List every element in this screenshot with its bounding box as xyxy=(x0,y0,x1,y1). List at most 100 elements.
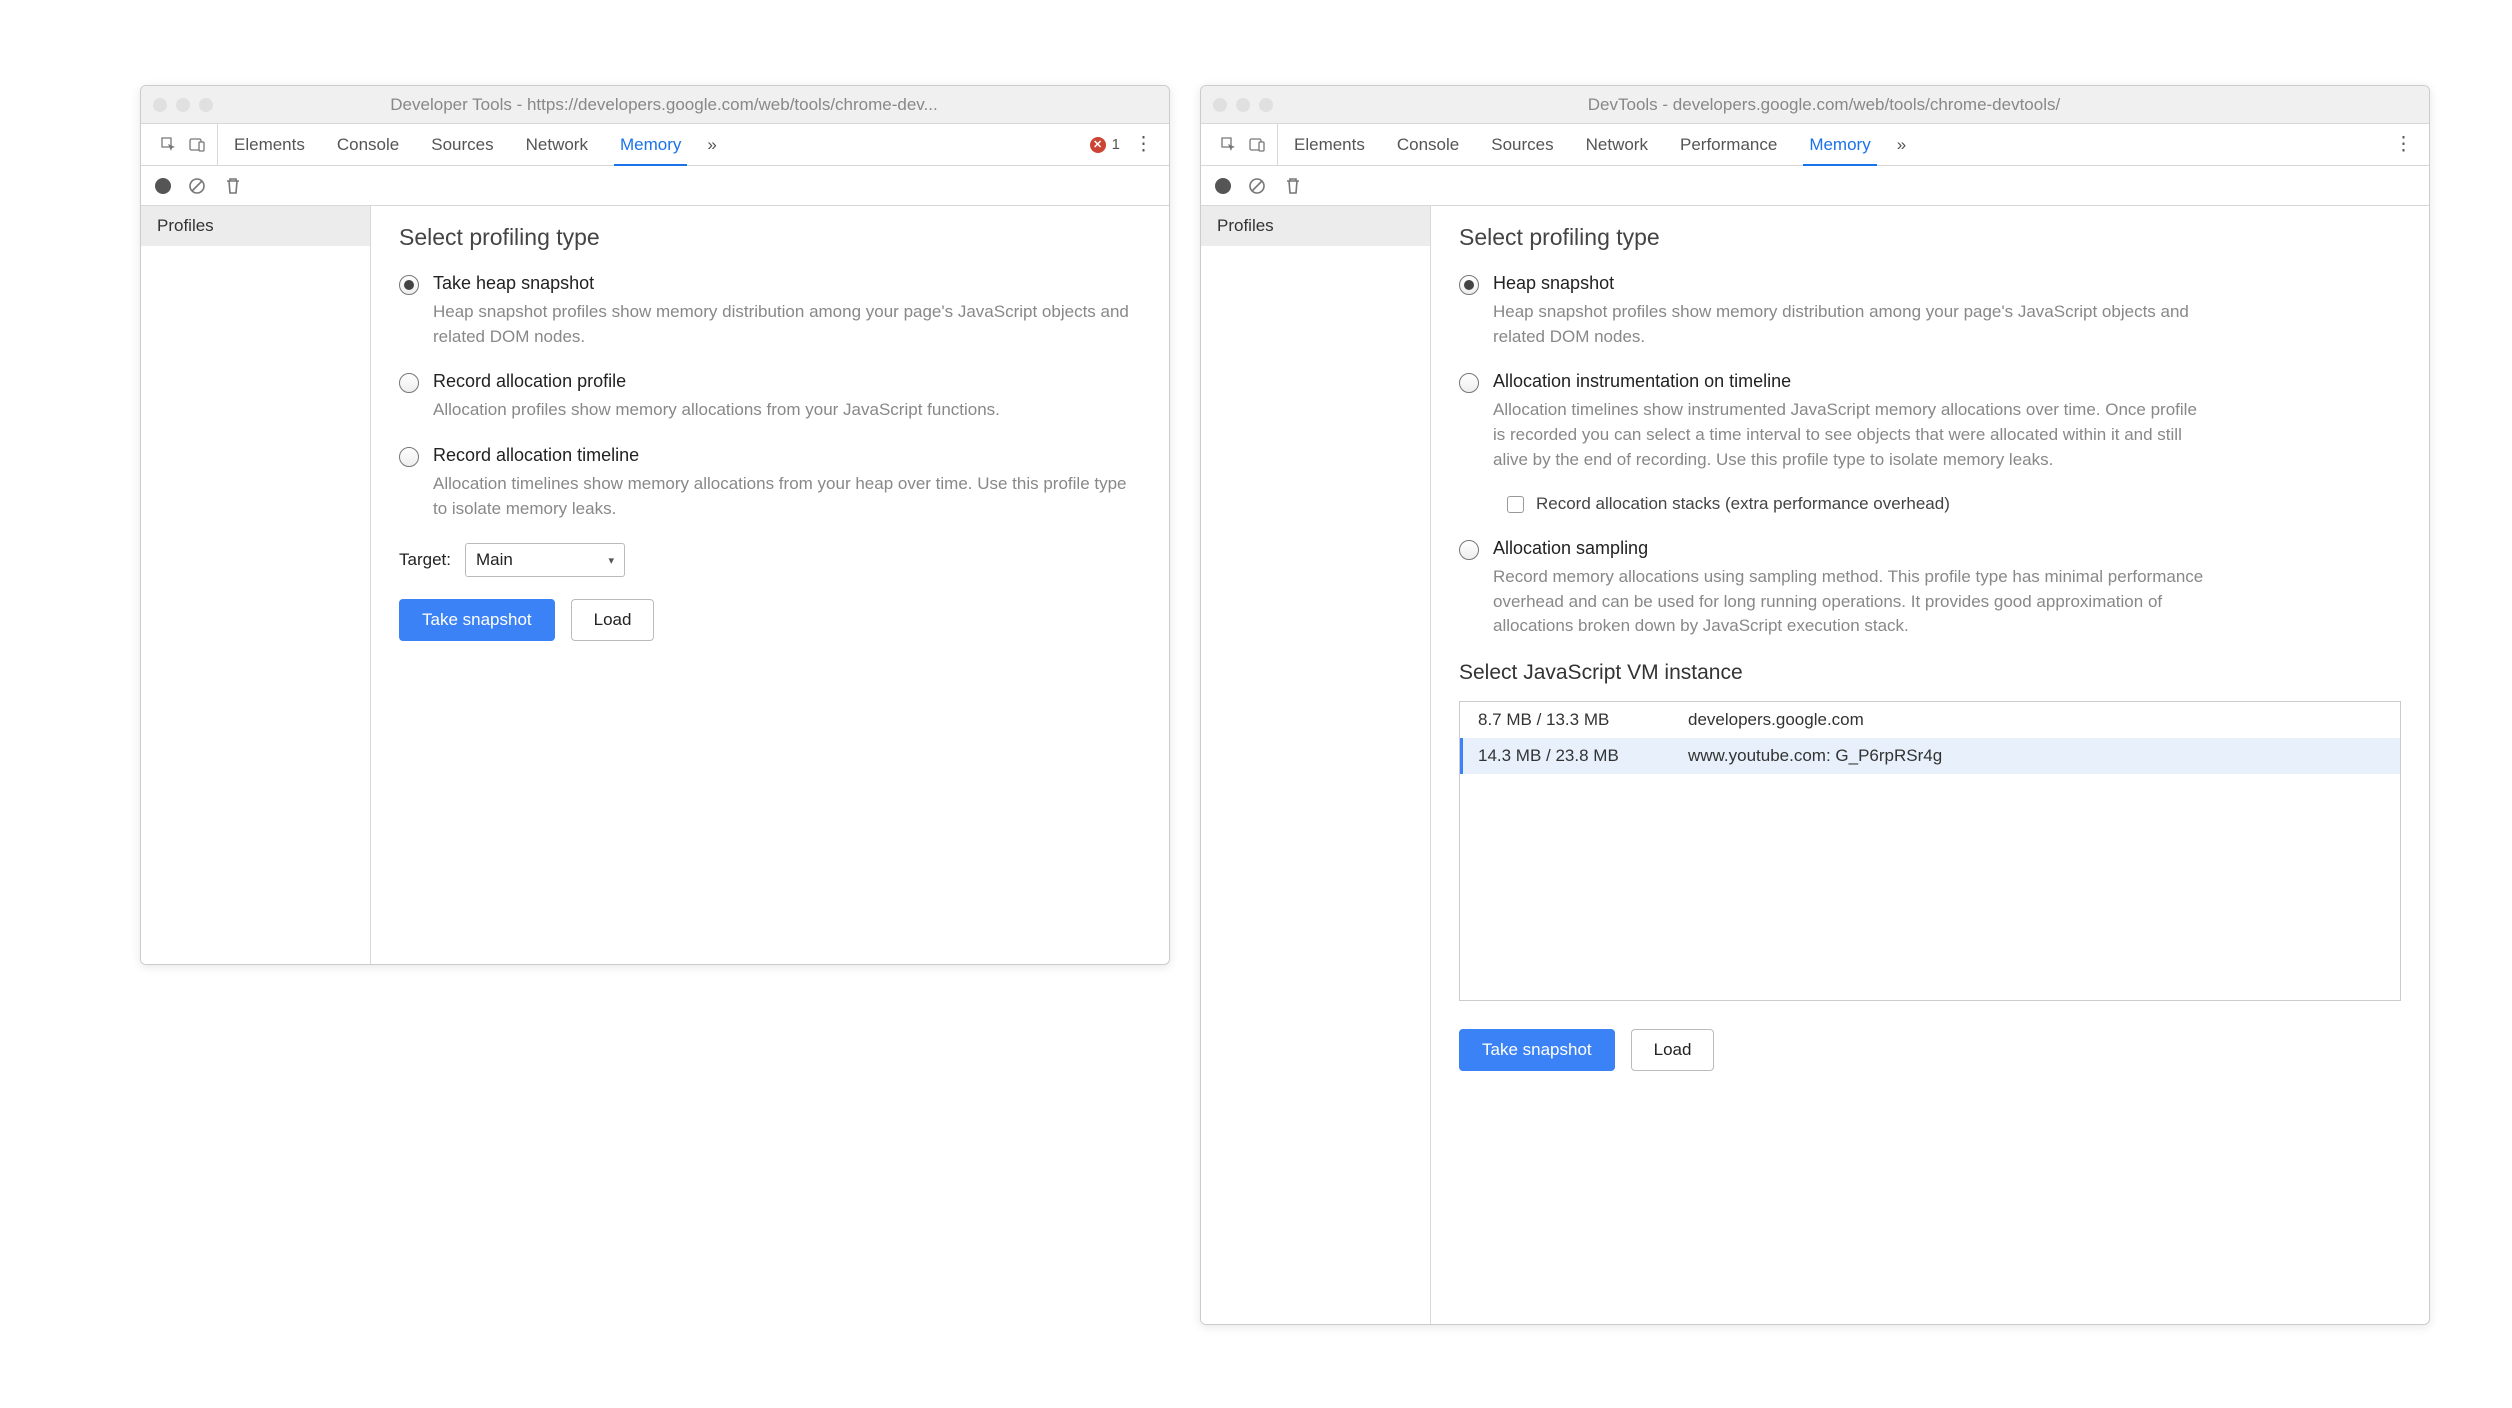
option-desc: Allocation timelines show instrumented J… xyxy=(1493,398,2213,472)
tab-console[interactable]: Console xyxy=(1381,124,1475,165)
vm-mem: 14.3 MB / 23.8 MB xyxy=(1478,746,1688,766)
error-icon: ✕ xyxy=(1090,137,1106,153)
option-desc: Allocation profiles show memory allocati… xyxy=(433,398,1000,423)
tab-performance[interactable]: Performance xyxy=(1664,124,1793,165)
option-desc: Heap snapshot profiles show memory distr… xyxy=(1493,300,2213,349)
option-desc: Record memory allocations using sampling… xyxy=(1493,565,2213,639)
inspect-icon[interactable] xyxy=(1219,135,1239,155)
device-icon[interactable] xyxy=(187,135,207,155)
menu-kebab-icon[interactable]: ⋮ xyxy=(1134,133,1153,156)
traffic-close-icon[interactable] xyxy=(1213,98,1227,112)
option-alloc-sampling[interactable]: Allocation sampling Record memory alloca… xyxy=(1459,538,2401,639)
option-heap-snapshot[interactable]: Heap snapshot Heap snapshot profiles sho… xyxy=(1459,273,2401,349)
vm-heading: Select JavaScript VM instance xyxy=(1459,661,2401,685)
record-alloc-stacks-label: Record allocation stacks (extra performa… xyxy=(1536,494,1950,514)
profiles-sidebar: Profiles xyxy=(1201,206,1431,1324)
load-button[interactable]: Load xyxy=(571,599,655,641)
option-heap-snapshot[interactable]: Take heap snapshot Heap snapshot profile… xyxy=(399,273,1141,349)
radio-record-alloc-timeline[interactable] xyxy=(399,447,419,467)
tab-memory[interactable]: Memory xyxy=(604,124,697,165)
option-record-alloc-profile[interactable]: Record allocation profile Allocation pro… xyxy=(399,371,1141,423)
target-label: Target: xyxy=(399,550,451,570)
target-select[interactable]: Main ▾ xyxy=(465,543,625,577)
record-alloc-stacks-row[interactable]: Record allocation stacks (extra performa… xyxy=(1507,494,2401,514)
memory-toolbar xyxy=(141,166,1169,206)
tab-elements[interactable]: Elements xyxy=(1278,124,1381,165)
vm-row[interactable]: 14.3 MB / 23.8 MB www.youtube.com: G_P6r… xyxy=(1460,738,2400,774)
sidebar-item-profiles[interactable]: Profiles xyxy=(141,206,370,246)
window-title: Developer Tools - https://developers.goo… xyxy=(231,95,1157,115)
chevron-down-icon: ▾ xyxy=(608,554,614,567)
target-row: Target: Main ▾ xyxy=(399,543,1141,577)
main-panel: Select profiling type Take heap snapshot… xyxy=(371,206,1169,964)
traffic-max-icon[interactable] xyxy=(1259,98,1273,112)
option-title: Allocation instrumentation on timeline xyxy=(1493,371,2213,392)
option-record-alloc-timeline[interactable]: Record allocation timeline Allocation ti… xyxy=(399,445,1141,521)
trash-icon[interactable] xyxy=(1283,176,1303,196)
tab-elements[interactable]: Elements xyxy=(218,124,321,165)
traffic-lights xyxy=(153,98,213,112)
top-tabbar: Elements Console Sources Network Memory … xyxy=(141,124,1169,166)
devtools-window-right: DevTools - developers.google.com/web/too… xyxy=(1200,85,2430,1325)
panel-heading: Select profiling type xyxy=(399,224,1141,251)
vm-list: 8.7 MB / 13.3 MB developers.google.com 1… xyxy=(1459,701,2401,1001)
option-title: Record allocation profile xyxy=(433,371,1000,392)
traffic-close-icon[interactable] xyxy=(153,98,167,112)
vm-mem: 8.7 MB / 13.3 MB xyxy=(1478,710,1688,730)
lead-tool-icons xyxy=(149,124,218,165)
tab-network[interactable]: Network xyxy=(1570,124,1664,165)
option-desc: Heap snapshot profiles show memory distr… xyxy=(433,300,1141,349)
take-snapshot-button[interactable]: Take snapshot xyxy=(1459,1029,1615,1071)
radio-heap-snapshot[interactable] xyxy=(399,275,419,295)
menu-kebab-icon[interactable]: ⋮ xyxy=(2394,133,2413,156)
profiles-sidebar: Profiles xyxy=(141,206,371,964)
traffic-min-icon[interactable] xyxy=(1236,98,1250,112)
take-snapshot-button[interactable]: Take snapshot xyxy=(399,599,555,641)
tab-sources[interactable]: Sources xyxy=(415,124,509,165)
clear-icon[interactable] xyxy=(1247,176,1267,196)
vm-host: www.youtube.com: G_P6rpRSr4g xyxy=(1688,746,1942,766)
lead-tool-icons xyxy=(1209,124,1278,165)
tab-sources[interactable]: Sources xyxy=(1475,124,1569,165)
device-icon[interactable] xyxy=(1247,135,1267,155)
devtools-window-left: Developer Tools - https://developers.goo… xyxy=(140,85,1170,965)
window-titlebar: Developer Tools - https://developers.goo… xyxy=(141,86,1169,124)
radio-heap-snapshot[interactable] xyxy=(1459,275,1479,295)
traffic-min-icon[interactable] xyxy=(176,98,190,112)
window-title: DevTools - developers.google.com/web/too… xyxy=(1291,95,2417,115)
top-tabbar: Elements Console Sources Network Perform… xyxy=(1201,124,2429,166)
tabs-overflow-icon[interactable]: » xyxy=(697,135,726,155)
error-count: 1 xyxy=(1112,136,1120,153)
vm-row[interactable]: 8.7 MB / 13.3 MB developers.google.com xyxy=(1460,702,2400,738)
tab-memory[interactable]: Memory xyxy=(1793,124,1886,165)
record-icon[interactable] xyxy=(155,178,171,194)
vm-host: developers.google.com xyxy=(1688,710,1864,730)
tab-network[interactable]: Network xyxy=(510,124,604,165)
vm-section: Select JavaScript VM instance 8.7 MB / 1… xyxy=(1459,661,2401,1001)
radio-record-alloc-profile[interactable] xyxy=(399,373,419,393)
record-icon[interactable] xyxy=(1215,178,1231,194)
option-title: Take heap snapshot xyxy=(433,273,1141,294)
option-title: Record allocation timeline xyxy=(433,445,1141,466)
trash-icon[interactable] xyxy=(223,176,243,196)
window-titlebar: DevTools - developers.google.com/web/too… xyxy=(1201,86,2429,124)
panel-heading: Select profiling type xyxy=(1459,224,2401,251)
main-panel: Select profiling type Heap snapshot Heap… xyxy=(1431,206,2429,1324)
memory-toolbar xyxy=(1201,166,2429,206)
tab-console[interactable]: Console xyxy=(321,124,415,165)
radio-alloc-timeline[interactable] xyxy=(1459,373,1479,393)
error-badge[interactable]: ✕ 1 xyxy=(1090,136,1120,153)
clear-icon[interactable] xyxy=(187,176,207,196)
option-desc: Allocation timelines show memory allocat… xyxy=(433,472,1141,521)
tabs-overflow-icon[interactable]: » xyxy=(1887,135,1916,155)
sidebar-item-profiles[interactable]: Profiles xyxy=(1201,206,1430,246)
radio-alloc-sampling[interactable] xyxy=(1459,540,1479,560)
option-title: Allocation sampling xyxy=(1493,538,2213,559)
option-alloc-timeline[interactable]: Allocation instrumentation on timeline A… xyxy=(1459,371,2401,472)
traffic-lights xyxy=(1213,98,1273,112)
record-alloc-stacks-checkbox[interactable] xyxy=(1507,496,1524,513)
traffic-max-icon[interactable] xyxy=(199,98,213,112)
inspect-icon[interactable] xyxy=(159,135,179,155)
target-value: Main xyxy=(476,550,513,570)
load-button[interactable]: Load xyxy=(1631,1029,1715,1071)
